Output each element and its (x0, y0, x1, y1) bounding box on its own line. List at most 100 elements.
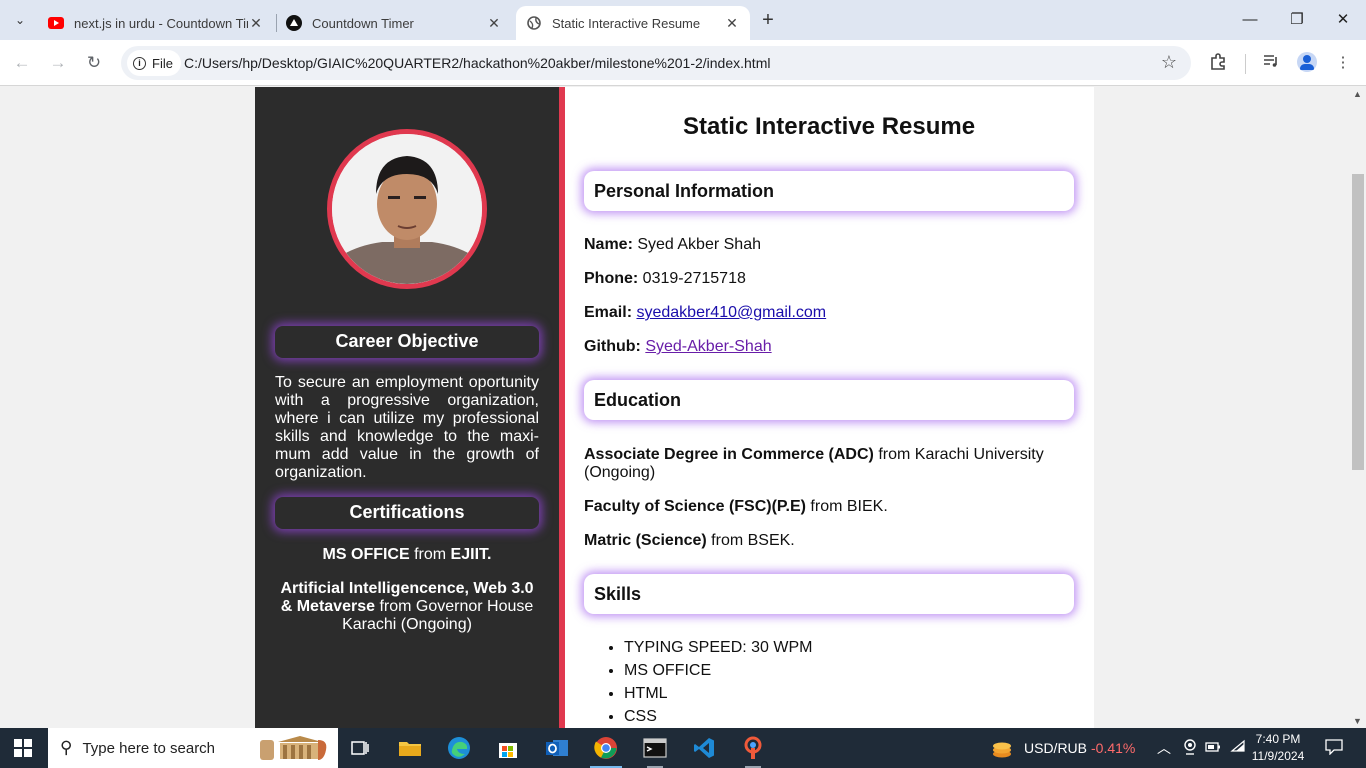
education-item: Associate Degree in Commerce (ADC) from … (584, 446, 1074, 482)
ticker-value: -0.41% (1091, 740, 1136, 756)
reload-button[interactable]: ↻ (83, 52, 105, 74)
microsoft-store-icon[interactable] (484, 728, 532, 768)
globe-icon (526, 15, 542, 31)
skills-heading: Skills (584, 574, 1074, 614)
outlook-icon[interactable] (533, 728, 581, 768)
media-control-icon[interactable] (1260, 52, 1282, 74)
scheme-label: File (152, 55, 173, 71)
close-window-button[interactable]: ✕ (1331, 8, 1355, 32)
search-placeholder: Type here to search (82, 739, 216, 757)
resume-container: Career Objective To secure an employment… (255, 87, 1094, 728)
vscode-icon[interactable] (680, 728, 728, 768)
skill-item: MS OFFICE (624, 660, 812, 683)
chrome-icon[interactable] (582, 728, 630, 768)
career-objective-heading: Career Objective (275, 326, 539, 358)
profile-avatar-icon[interactable] (1297, 52, 1317, 72)
tab-title: Countdown Timer (312, 15, 414, 31)
url-text[interactable]: C:/Users/hp/Desktop/GIAIC%20QUARTER2/hac… (184, 55, 770, 71)
email-label: Email: (584, 304, 633, 321)
notifications-icon[interactable] (1324, 739, 1344, 757)
degree-name: Matric (Science) (584, 532, 707, 549)
scroll-down-arrow-icon[interactable]: ▼ (1353, 716, 1362, 726)
site-info-button[interactable]: i File (127, 50, 181, 76)
degree-institution: from BSEK. (706, 532, 795, 549)
chevron-down-icon: ⌄ (14, 13, 26, 27)
back-button[interactable]: ← (11, 52, 33, 74)
phone-value: 0319-2715718 (638, 270, 746, 287)
tab-title: Static Interactive Resume (552, 15, 701, 31)
close-tab-icon[interactable]: ✕ (486, 15, 502, 32)
tab-static-interactive-resume[interactable]: Static Interactive Resume ✕ (516, 6, 750, 40)
battery-icon[interactable] (1204, 739, 1222, 757)
ticker-label[interactable]: USD/RUB (1024, 740, 1087, 756)
browser-toolbar: ← → ↻ i File C:/Users/hp/Desktop/GIAIC%2… (0, 40, 1366, 86)
taskbar-search-box[interactable]: ⚲ Type here to search (48, 728, 338, 768)
skill-item: TYPING SPEED: 30 WPM (624, 637, 812, 660)
sidebar-divider (559, 87, 565, 728)
name-line: Name: Syed Akber Shah (584, 236, 1074, 254)
tab-countdown-timer[interactable]: Countdown Timer ✕ (276, 6, 512, 40)
paint-app-icon[interactable] (729, 728, 777, 768)
cert-from: from (409, 546, 451, 563)
restore-button[interactable]: ❐ (1285, 8, 1309, 32)
education-item: Matric (Science) from BSEK. (584, 532, 1074, 550)
name-value: Syed Akber Shah (632, 236, 761, 253)
tab-youtube[interactable]: next.js in urdu - Countdown Tin ✕ (38, 6, 274, 40)
scroll-up-arrow-icon[interactable]: ▲ (1353, 89, 1362, 99)
tab-search-button[interactable]: ⌄ (8, 8, 32, 32)
profile-photo (327, 129, 487, 289)
cert-issuer: EJIIT. (450, 546, 492, 563)
scrollbar-thumb[interactable] (1352, 174, 1364, 470)
education-heading: Education (584, 380, 1074, 420)
edge-browser-icon[interactable] (435, 728, 483, 768)
show-hidden-icons-chevron-icon[interactable]: ︿ (1155, 739, 1173, 757)
skill-item: CSS (624, 706, 812, 728)
webcam-icon[interactable] (1181, 739, 1199, 757)
page-title: Static Interactive Resume (682, 113, 976, 140)
email-line: Email: syedakber410@gmail.com (584, 304, 1074, 322)
windows-taskbar: ⚲ Type here to search USD/RUB -0.41% ︿ 7… (0, 728, 1366, 768)
page-scrollbar[interactable]: ▲ ▼ (1350, 87, 1366, 728)
address-bar[interactable]: i File C:/Users/hp/Desktop/GIAIC%20QUART… (121, 46, 1191, 80)
clock-date: 11/9/2024 (1251, 749, 1305, 763)
wifi-icon[interactable] (1229, 739, 1247, 757)
info-icon: i (133, 56, 146, 70)
file-explorer-icon[interactable] (386, 728, 434, 768)
degree-institution: from BIEK. (805, 498, 888, 515)
personal-information-heading: Personal Information (584, 171, 1074, 211)
clock-time: 7:40 PM (1255, 732, 1301, 746)
email-link[interactable]: syedakber410@gmail.com (636, 304, 826, 321)
terminal-icon[interactable] (631, 728, 679, 768)
cert-name: MS OFFICE (322, 546, 410, 563)
stock-ticker-icon[interactable] (991, 739, 1013, 758)
task-view-icon[interactable] (336, 728, 384, 768)
github-link[interactable]: Syed-Akber-Shah (645, 338, 771, 355)
career-objective-text: To secure an employment oportunity with … (275, 374, 539, 481)
windows-start-icon[interactable] (14, 739, 32, 757)
phone-label: Phone: (584, 270, 639, 287)
skills-list: TYPING SPEED: 30 WPM MS OFFICE HTML CSS (624, 637, 812, 728)
degree-name: Associate Degree in Commerce (ADC) (584, 446, 874, 463)
education-item: Faculty of Science (FSC)(P.E) from BIEK. (584, 498, 1074, 516)
close-tab-icon[interactable]: ✕ (724, 15, 740, 32)
new-tab-button[interactable]: + (757, 10, 779, 32)
more-menu-icon[interactable]: ⋮ (1332, 52, 1354, 74)
search-highlight-icon (260, 736, 327, 760)
github-line: Github: Syed-Akber-Shah (584, 338, 1074, 356)
close-tab-icon[interactable]: ✕ (248, 15, 264, 32)
search-icon: ⚲ (60, 738, 73, 757)
degree-name: Faculty of Science (FSC)(P.E) (584, 498, 806, 515)
github-label: Github: (584, 338, 641, 355)
phone-line: Phone: 0319-2715718 (584, 270, 1074, 288)
system-clock[interactable]: 7:40 PM 11/9/2024 (1248, 731, 1308, 765)
extensions-icon[interactable] (1207, 52, 1229, 74)
resume-sidebar: Career Objective To secure an employment… (255, 87, 559, 728)
youtube-icon (48, 15, 64, 31)
bookmark-star-icon[interactable]: ☆ (1161, 52, 1177, 73)
page-viewport: Career Objective To secure an employment… (0, 87, 1350, 728)
forward-button[interactable]: → (47, 52, 69, 74)
certification-item: MS OFFICE from EJIIT. (275, 546, 539, 564)
certifications-heading: Certifications (275, 497, 539, 529)
certification-item: Artificial Intelligencence, Web 3.0 & Me… (275, 580, 539, 634)
minimize-button[interactable]: — (1238, 8, 1262, 32)
